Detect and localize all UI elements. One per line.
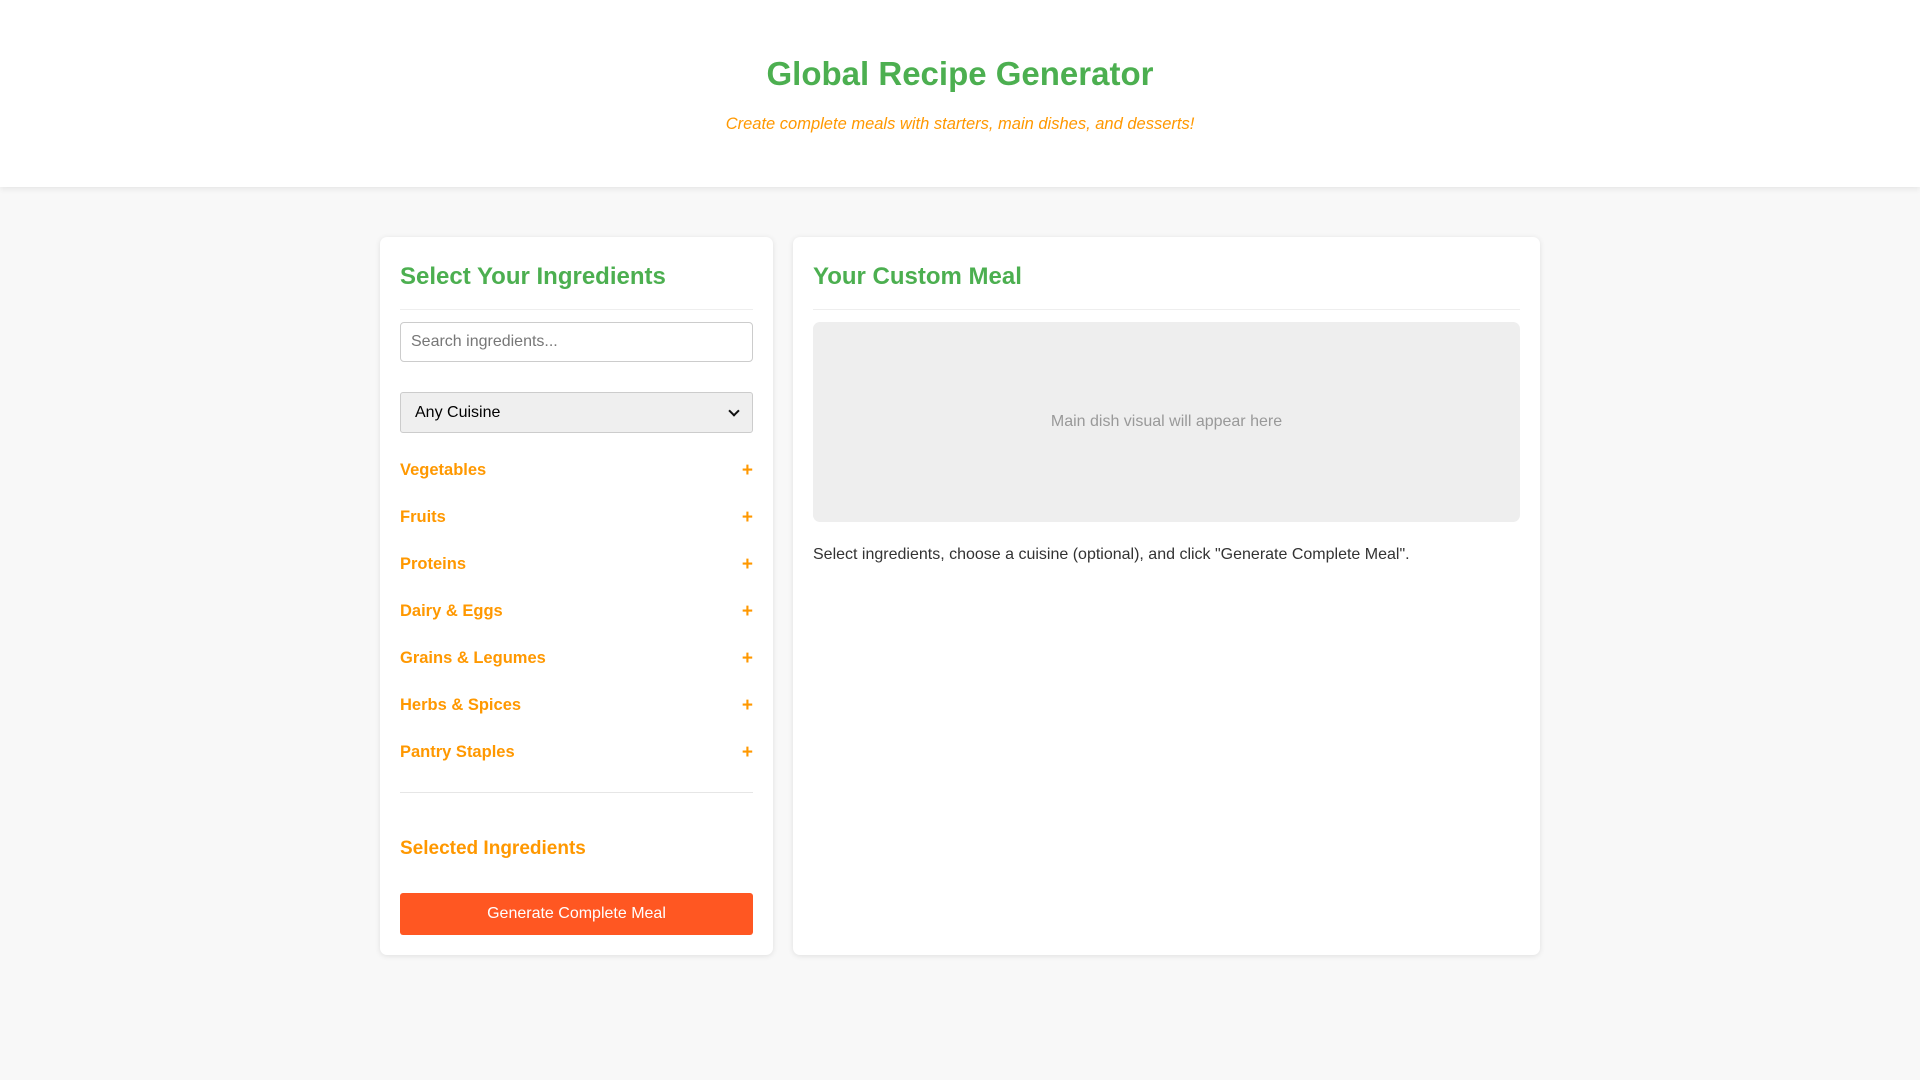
plus-icon: + bbox=[741, 741, 753, 763]
category-dairy-eggs[interactable]: Dairy & Eggs + bbox=[400, 588, 753, 635]
dish-visual-placeholder: Main dish visual will appear here bbox=[813, 322, 1520, 522]
page-subtitle: Create complete meals with starters, mai… bbox=[725, 115, 1195, 133]
category-fruits[interactable]: Fruits + bbox=[400, 494, 753, 541]
ingredients-panel-title: Select Your Ingredients bbox=[400, 263, 753, 310]
category-label: Grains & Legumes bbox=[400, 649, 546, 667]
category-vegetables[interactable]: Vegetables + bbox=[400, 447, 753, 494]
meal-panel-title: Your Custom Meal bbox=[813, 263, 1520, 310]
plus-icon: + bbox=[741, 506, 753, 528]
category-list: Vegetables + Fruits + Proteins + Dairy &… bbox=[400, 447, 753, 776]
divider bbox=[400, 792, 753, 793]
plus-icon: + bbox=[741, 647, 753, 669]
plus-icon: + bbox=[741, 459, 753, 481]
cuisine-select-value: Any Cuisine bbox=[415, 403, 501, 421]
search-input[interactable] bbox=[400, 322, 753, 362]
category-grains-legumes[interactable]: Grains & Legumes + bbox=[400, 635, 753, 682]
category-herbs-spices[interactable]: Herbs & Spices + bbox=[400, 682, 753, 729]
category-pantry-staples[interactable]: Pantry Staples + bbox=[400, 729, 753, 776]
category-label: Vegetables bbox=[400, 461, 487, 479]
meal-instructions: Select ingredients, choose a cuisine (op… bbox=[813, 546, 1410, 563]
page-header: Global Recipe Generator Create complete … bbox=[0, 0, 1920, 187]
category-label: Proteins bbox=[400, 555, 467, 573]
selected-ingredients-title: Selected Ingredients bbox=[400, 838, 586, 859]
generate-meal-button[interactable]: Generate Complete Meal bbox=[400, 893, 753, 935]
category-label: Dairy & Eggs bbox=[400, 602, 503, 620]
plus-icon: + bbox=[741, 600, 753, 622]
plus-icon: + bbox=[741, 553, 753, 575]
plus-icon: + bbox=[741, 694, 753, 716]
ingredients-panel: Select Your Ingredients Any Cuisine Vege… bbox=[380, 237, 773, 955]
category-label: Herbs & Spices bbox=[400, 696, 522, 714]
category-label: Pantry Staples bbox=[400, 743, 515, 761]
category-proteins[interactable]: Proteins + bbox=[400, 541, 753, 588]
category-label: Fruits bbox=[400, 508, 446, 526]
cuisine-select[interactable]: Any Cuisine bbox=[400, 392, 753, 433]
chevron-down-icon bbox=[728, 404, 740, 417]
meal-panel: Your Custom Meal Main dish visual will a… bbox=[793, 237, 1540, 955]
dish-visual-text: Main dish visual will appear here bbox=[1050, 413, 1283, 430]
page-title: Global Recipe Generator bbox=[766, 55, 1154, 92]
